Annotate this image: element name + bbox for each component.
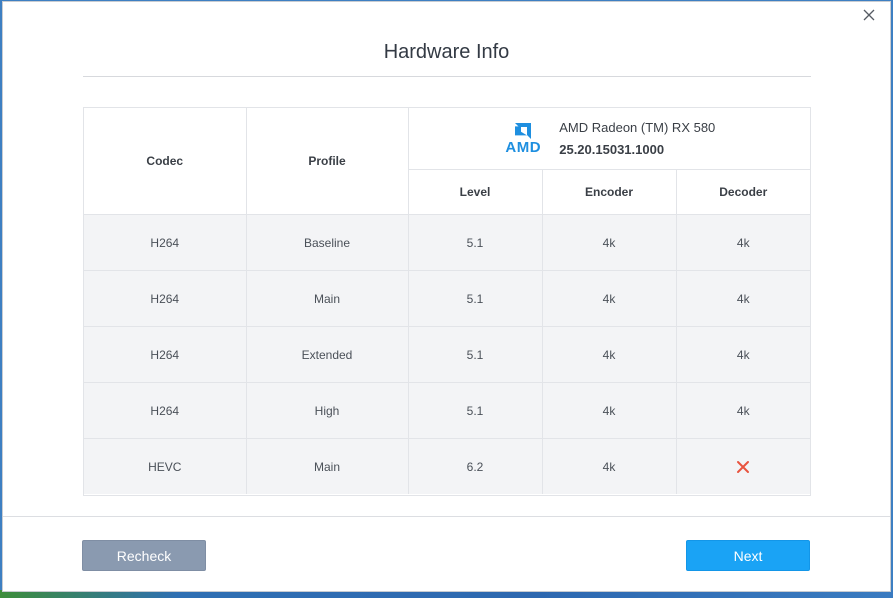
cell-profile: Main (245, 438, 409, 494)
footer-divider (3, 516, 890, 517)
cell-codec: H264 (84, 382, 247, 439)
table-row: H264 Main 5.1 4k 4k (84, 270, 811, 327)
next-button[interactable]: Next (686, 540, 810, 571)
cell-level: 5.1 (407, 270, 543, 327)
cell-decoder: 4k (675, 382, 811, 439)
amd-logo-text: AMD (505, 138, 542, 156)
header-decoder: Decoder (675, 169, 811, 215)
table-row: HEVC Main 6.2 4k (84, 438, 811, 494)
cell-level: 5.1 (407, 382, 543, 439)
amd-logo: AMD (503, 122, 543, 156)
cell-decoder: 4k (675, 214, 811, 271)
amd-arrow-icon (515, 122, 532, 139)
table-row: H264 High 5.1 4k 4k (84, 382, 811, 439)
cell-encoder: 4k (541, 270, 677, 327)
header-level: Level (408, 169, 543, 215)
cell-codec: HEVC (84, 438, 247, 494)
cell-encoder: 4k (541, 326, 677, 383)
header-codec: Codec (84, 108, 247, 215)
cell-codec: H264 (84, 214, 247, 271)
title-divider (83, 76, 811, 77)
table-row: H264 Baseline 5.1 4k 4k (84, 214, 811, 271)
recheck-button[interactable]: Recheck (82, 540, 206, 571)
cell-encoder: 4k (541, 438, 677, 494)
unsupported-x-icon (737, 460, 750, 473)
cell-profile: Baseline (245, 214, 409, 271)
header-encoder: Encoder (541, 169, 677, 215)
gpu-name: AMD Radeon (TM) RX 580 (559, 119, 716, 135)
cell-codec: H264 (84, 270, 247, 327)
dialog-title: Hardware Info (383, 41, 510, 63)
cell-codec: H264 (84, 326, 247, 383)
cell-decoder: 4k (675, 326, 811, 383)
gpu-header: AMD AMD Radeon (TM) RX 580 25.20.15031.1… (407, 108, 811, 170)
gpu-driver-version: 25.20.15031.1000 (559, 141, 665, 157)
cell-decoder (675, 438, 811, 494)
hardware-info-dialog: Hardware Info Codec Profile AMD AMD Rade… (2, 1, 891, 592)
cell-profile: Main (245, 270, 409, 327)
hardware-capability-table: Codec Profile AMD AMD Radeon (TM) RX 580… (84, 108, 811, 494)
cell-profile: High (245, 382, 409, 439)
cell-encoder: 4k (541, 214, 677, 271)
cell-level: 5.1 (407, 214, 543, 271)
table-row: H264 Extended 5.1 4k 4k (84, 326, 811, 383)
hardware-table-container: Codec Profile AMD AMD Radeon (TM) RX 580… (83, 107, 811, 496)
cell-decoder: 4k (675, 270, 811, 327)
cell-level: 5.1 (407, 326, 543, 383)
close-button[interactable] (862, 8, 876, 22)
header-profile: Profile (245, 108, 409, 215)
close-icon (863, 9, 875, 21)
cell-level: 6.2 (407, 438, 543, 494)
cell-encoder: 4k (541, 382, 677, 439)
cell-profile: Extended (245, 326, 409, 383)
